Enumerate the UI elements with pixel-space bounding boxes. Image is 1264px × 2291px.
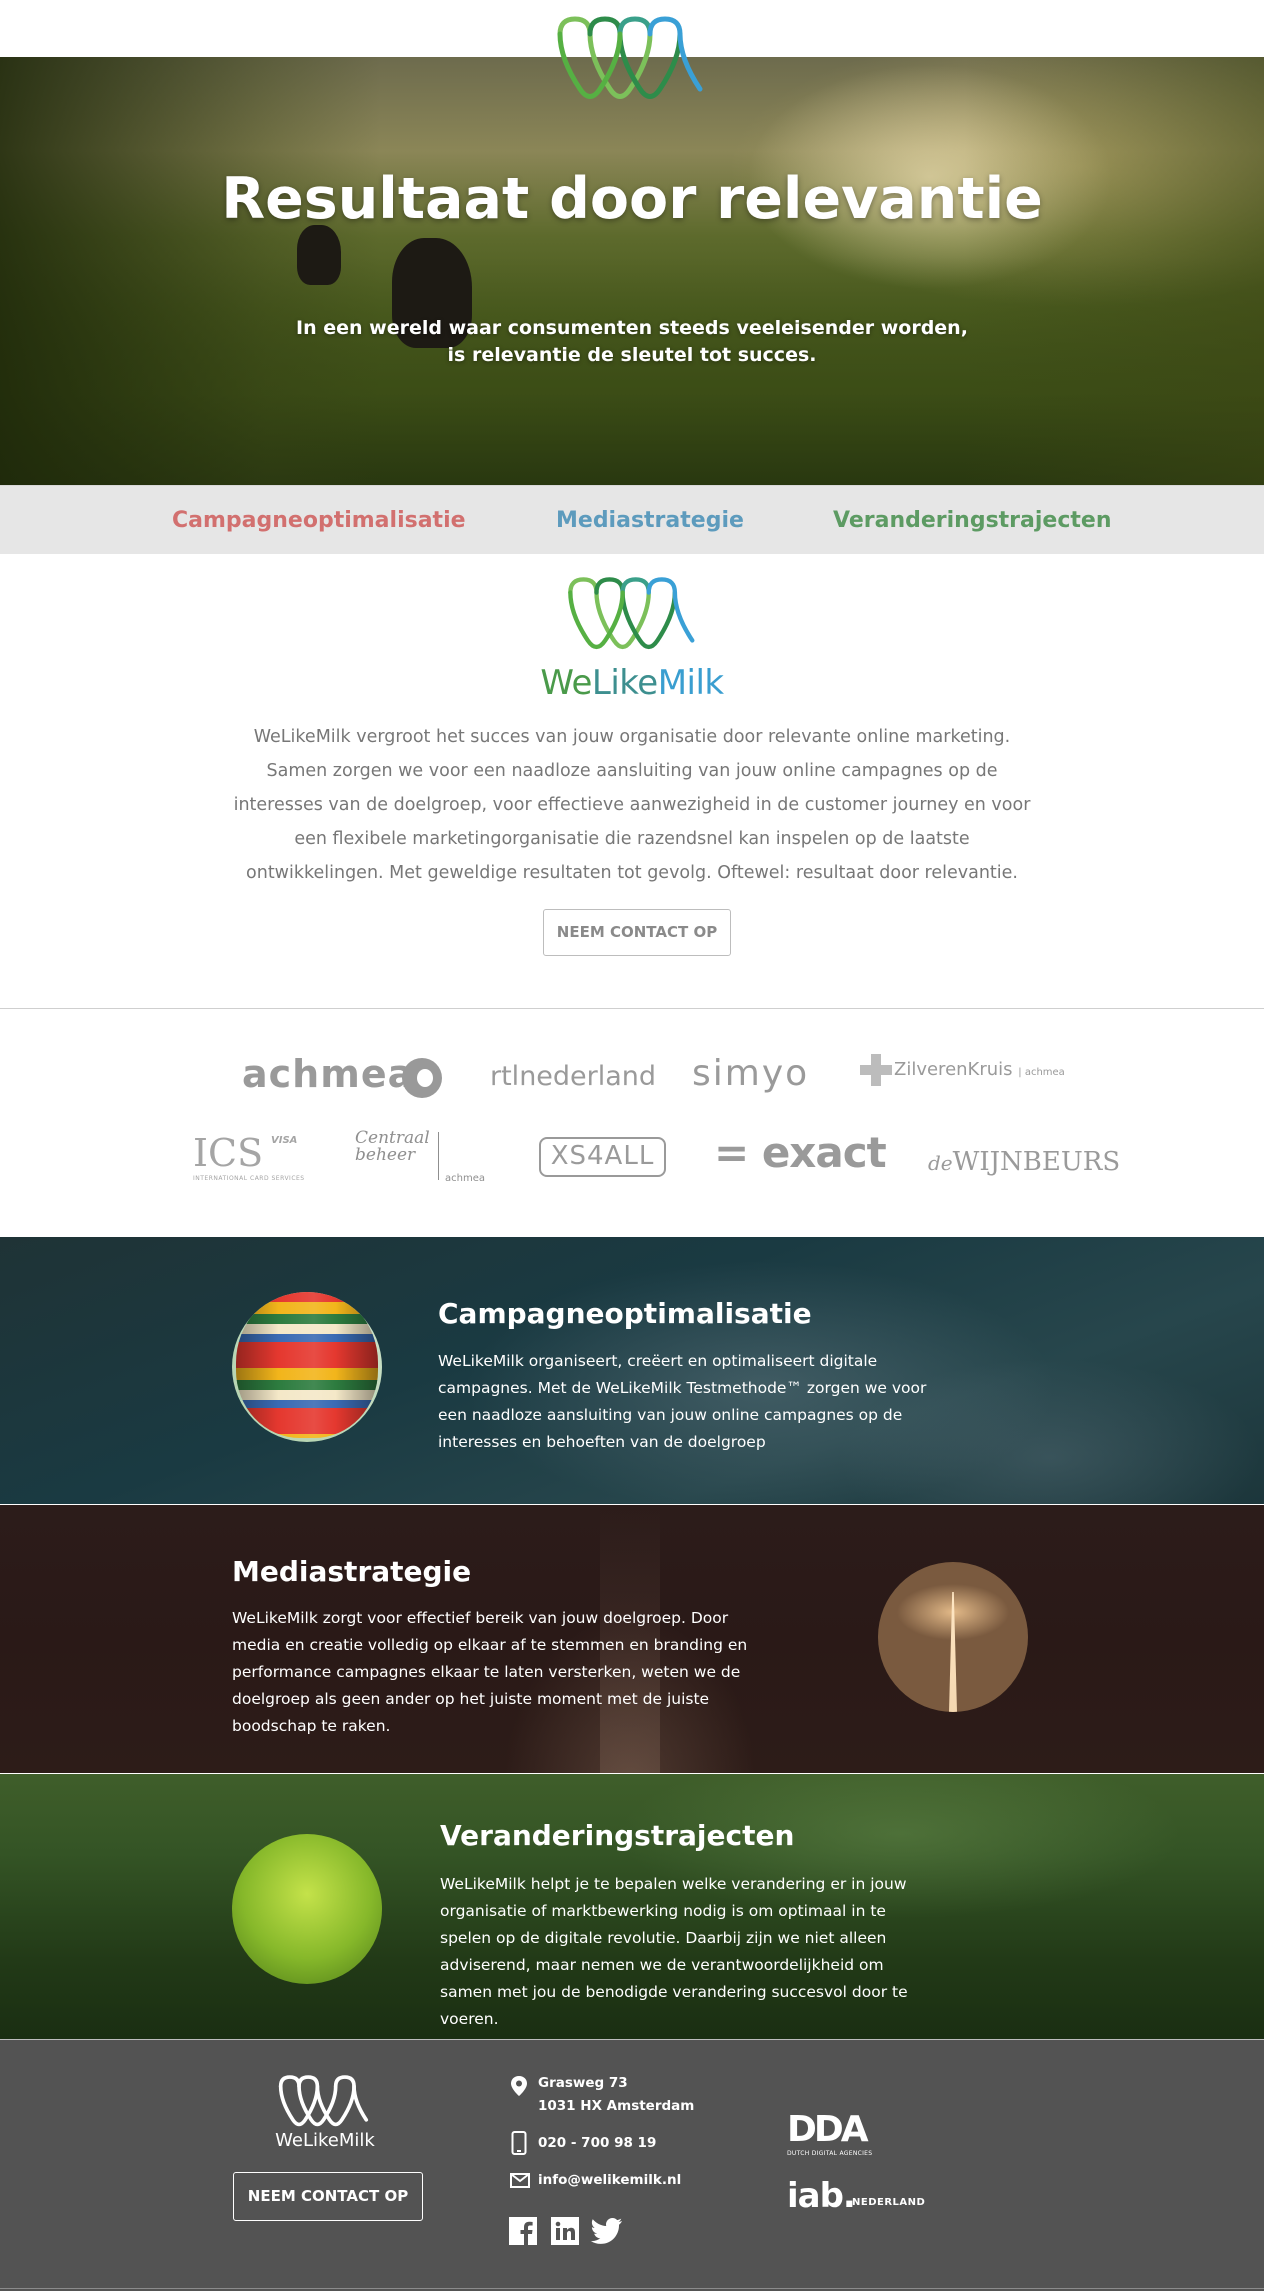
hero-subtitle-line: In een wereld waar consumenten steeds ve… [296,317,968,339]
client-logo-zilverenkruis: ZilverenKruis | achmea [860,1054,1065,1086]
wijn-de: de [928,1151,953,1175]
hero-subtitle-line: is relevantie de sleutel tot succes. [447,344,817,366]
section-mediastrategie: Mediastrategie WeLikeMilk zorgt voor eff… [0,1505,1264,1773]
iab-logo: iab. [787,2176,856,2216]
section-text: WeLikeMilk organiseert, creëert en optim… [438,1352,927,1451]
zk-label: ZilverenKruis [894,1059,1013,1080]
intro-text: WeLikeMilk vergroot het succes van jouw … [233,727,1031,883]
section-title: Mediastrategie [232,1555,472,1588]
brand-wordmark: WeLikeMilk [0,663,1264,703]
hero-trees-right [964,57,1264,485]
ics-label: ICS [193,1131,264,1175]
hero-banner: Resultaat door relevantie In een wereld … [0,57,1264,485]
grass-image [232,1834,382,1984]
service-nav: Campagneoptimalisatie Mediastrategie Ver… [0,485,1264,554]
welikemilk-logo-icon[interactable] [555,14,710,104]
linkedin-icon[interactable] [550,2216,580,2246]
welikemilk-logo-icon [568,577,695,650]
nav-link-veranderingstrajecten[interactable]: Veranderingstrajecten [833,508,1111,533]
client-logo-centraal-beheer: Centraal beheer achmea [355,1130,485,1185]
client-logo-exact: = exact [714,1128,887,1177]
cb-sub: achmea [445,1173,485,1184]
divider [0,2288,1264,2289]
balloon-image [232,1292,382,1442]
client-logo-wijnbeurs: deWIJNBEURS [928,1147,1120,1177]
section-veranderingstrajecten: Veranderingstrajecten WeLikeMilk helpt j… [0,1774,1264,2039]
section-title: Campagneoptimalisatie [438,1297,812,1330]
hero-title: Resultaat door relevantie [221,166,1043,232]
footer-brand: WeLikeMilk [275,2130,375,2151]
contact-button[interactable]: NEEM CONTACT OP [543,909,731,956]
divider [438,1132,439,1180]
phone-icon [511,2131,527,2155]
address-line: 1031 HX Amsterdam [538,2098,695,2114]
road-image [878,1562,1028,1712]
divider [0,2039,1264,2040]
wijn-label: WIJNBEURS [952,1147,1121,1177]
balloon-shape [236,1292,378,1438]
cross-icon [860,1054,892,1086]
section-campagneoptimalisatie: Campagneoptimalisatie WeLikeMilk organis… [0,1237,1264,1504]
brand-milk: Milk [657,663,724,703]
achmea-icon [402,1058,442,1098]
iab-subtitle: NEDERLAND [852,2197,926,2208]
twitter-icon[interactable] [590,2216,624,2246]
brand-we: We [540,663,592,703]
section-text: WeLikeMilk zorgt voor effectief bereik v… [232,1609,748,1735]
client-logo-xs4all: XS4ALL [539,1137,666,1177]
client-logo-simyo: simyo [692,1053,810,1094]
section-text: WeLikeMilk helpt je te bepalen welke ver… [440,1875,908,2028]
location-pin-icon [511,2076,527,2096]
zk-sub: | achmea [1018,1067,1065,1078]
brand-like: Like [591,663,658,703]
client-logo-achmea: achmea [242,1052,415,1096]
welikemilk-logo-icon [278,2075,369,2127]
client-logo-ics: ICS VISA INTERNATIONAL CARD SERVICES [193,1131,304,1182]
mail-icon [510,2173,530,2188]
hero-subtitle: In een wereld waar consumenten steeds ve… [0,315,1264,369]
section-title: Veranderingstrajecten [440,1819,795,1852]
address-line: Grasweg 73 [538,2075,628,2091]
dda-logo: DDA [787,2109,869,2150]
phone-link[interactable]: 020 - 700 98 19 [538,2132,656,2155]
footer-contact-button[interactable]: NEEM CONTACT OP [233,2172,423,2221]
visa-label: VISA [271,1135,298,1146]
facebook-icon[interactable] [508,2216,538,2246]
email-link[interactable]: info@welikemilk.nl [538,2169,681,2192]
cb-line: beheer [355,1145,416,1165]
client-logo-rtl: rtlnederland [490,1061,657,1092]
top-header [0,0,1264,99]
cow-image [297,225,341,285]
ics-sub: INTERNATIONAL CARD SERVICES [193,1175,305,1182]
nav-link-mediastrategie[interactable]: Mediastrategie [556,508,744,533]
footer: WeLikeMilk NEEM CONTACT OP Grasweg 73 10… [0,2039,1264,2291]
divider [0,1008,1264,1009]
nav-link-campagneoptimalisatie[interactable]: Campagneoptimalisatie [172,508,466,533]
dda-subtitle: DUTCH DIGITAL AGENCIES [787,2150,873,2157]
